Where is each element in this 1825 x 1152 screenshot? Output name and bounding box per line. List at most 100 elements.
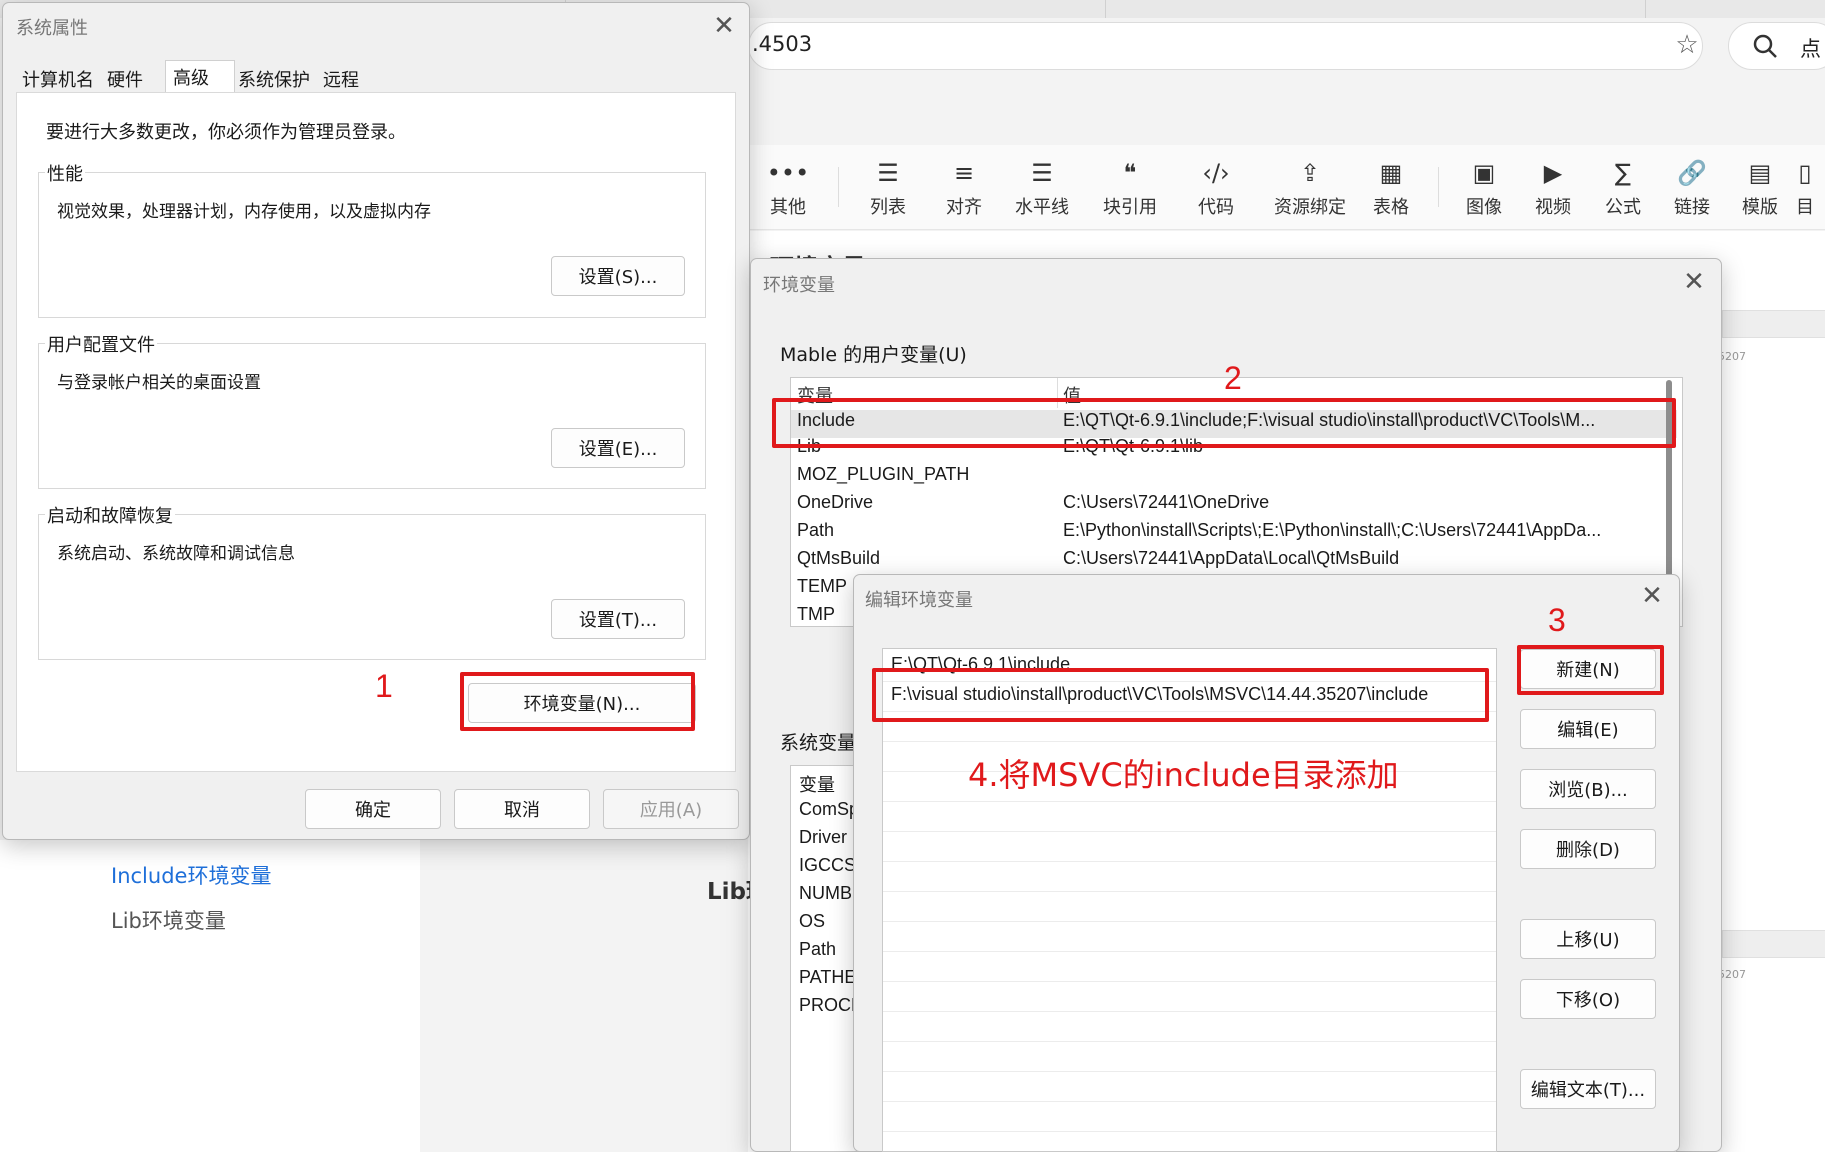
table-row[interactable]: Path E:\Python\install\Scripts\;E:\Python… [797, 520, 1667, 548]
toolbar-toc-button[interactable]: ▯ 目 [1785, 157, 1825, 219]
list-item-empty [883, 801, 1496, 832]
list-item-empty [883, 921, 1496, 952]
list-item-empty [883, 861, 1496, 892]
ok-button[interactable]: 确定 [305, 789, 441, 829]
annotation-number-2: 2 [1224, 360, 1242, 396]
annotation-box-3 [1517, 645, 1664, 695]
search-icon[interactable] [1752, 33, 1778, 59]
toolbar-resource-button[interactable]: ⇪ 资源绑定 [1265, 157, 1355, 219]
video-icon: ▶ [1543, 159, 1563, 187]
user-profile-settings-button[interactable]: 设置(E)... [551, 428, 685, 468]
group-title: 用户配置文件 [45, 331, 157, 357]
horizontal-rule-icon: ☰ [1031, 159, 1053, 187]
tab-advanced[interactable]: 高级 [173, 64, 209, 94]
path-entries-list[interactable]: E:\QT\Qt-6.9.1\include F:\visual studio\… [882, 648, 1497, 1152]
group-description: 视觉效果，处理器计划，内存使用，以及虚拟内存 [57, 202, 431, 222]
annotation-box-4 [872, 668, 1489, 722]
outline-item-lib[interactable]: Lib环境变量 [111, 905, 226, 935]
table-header: 变量 [799, 775, 835, 795]
toolbar-formula-button[interactable]: ∑ 公式 [1583, 157, 1663, 219]
dialog-title: 编辑环境变量 [865, 590, 973, 611]
list-item-empty [883, 1101, 1496, 1132]
browse-button[interactable]: 浏览(B)... [1520, 769, 1656, 809]
apply-button[interactable]: 应用(A) [603, 789, 739, 829]
startup-recovery-settings-button[interactable]: 设置(T)... [551, 599, 685, 639]
delete-button[interactable]: 删除(D) [1520, 829, 1656, 869]
bookmark-star-icon[interactable]: ☆ [1672, 30, 1702, 60]
toolbar-video-button[interactable]: ▶ 视频 [1513, 157, 1593, 219]
toolbar-divider [1438, 167, 1439, 207]
system-variables-table[interactable]: 变量 ComSp Driver IGCCS NUMB OS Path PATHE… [790, 765, 860, 1152]
move-up-button[interactable]: 上移(U) [1520, 919, 1656, 959]
annotation-number-3: 3 [1548, 602, 1566, 638]
editor-toolbar: ••• 其他 ☰ 列表 ≡ 对齐 ☰ 水平线 ❝ 块引用 ‹/› 代码 ⇪ 资源绑定 ▦ 表格 … [748, 145, 1825, 230]
sigma-icon: ∑ [1614, 159, 1632, 187]
toolbar-more-button[interactable]: ••• 其他 [748, 157, 828, 219]
browser-tab[interactable] [1375, 0, 1646, 18]
annotation-box-2 [772, 398, 1676, 448]
admin-note: 要进行大多数更改，你必须作为管理员登录。 [46, 122, 406, 143]
content-card [1722, 310, 1825, 338]
table-row[interactable]: Path [799, 939, 836, 960]
card-number: 5207 [1718, 968, 1746, 981]
close-icon[interactable]: ✕ [1638, 582, 1666, 610]
table-row[interactable]: PATHE [799, 967, 856, 988]
list-item-empty [883, 981, 1496, 1012]
table-row[interactable]: OneDrive C:\Users\72441\OneDrive [797, 492, 1667, 520]
group-description: 与登录帐户相关的桌面设置 [57, 373, 261, 393]
more-icon: ••• [766, 159, 810, 187]
address-text: .4503 [752, 32, 813, 56]
table-icon: ▦ [1379, 159, 1403, 187]
table-row[interactable]: ComSp [799, 799, 859, 820]
search-text: 点 [1800, 37, 1821, 61]
annotation-box-1 [460, 672, 695, 731]
table-row[interactable]: IGCCS [799, 855, 856, 876]
table-row[interactable]: PROCE [799, 995, 859, 1016]
list-item-empty [883, 1041, 1496, 1072]
table-row[interactable]: NUMB [799, 883, 852, 904]
browser-tab[interactable] [835, 0, 1106, 18]
toc-icon: ▯ [1798, 159, 1812, 187]
toolbar-hr-button[interactable]: ☰ 水平线 [1002, 157, 1082, 219]
edit-text-button[interactable]: 编辑文本(T)... [1520, 1069, 1656, 1109]
move-down-button[interactable]: 下移(O) [1520, 979, 1656, 1019]
table-row[interactable]: OS [799, 911, 825, 932]
image-icon: ▣ [1472, 159, 1496, 187]
table-row[interactable]: QtMsBuild C:\Users\72441\AppData\Local\Qt… [797, 548, 1667, 576]
upload-icon: ⇪ [1299, 159, 1321, 187]
list-item-empty [883, 951, 1496, 982]
align-icon: ≡ [953, 159, 975, 187]
list-item-empty [883, 1011, 1496, 1042]
toolbar-list-button[interactable]: ☰ 列表 [848, 157, 928, 219]
toolbar-table-button[interactable]: ▦ 表格 [1351, 157, 1431, 219]
table-row[interactable]: Driver [799, 827, 847, 848]
performance-group [38, 172, 706, 318]
list-item-empty [883, 891, 1496, 922]
close-icon[interactable]: ✕ [1680, 268, 1708, 296]
list-icon: ☰ [877, 159, 899, 187]
annotation-number-1: 1 [375, 668, 393, 704]
quote-icon: ❝ [1123, 159, 1137, 187]
content-card [1722, 930, 1825, 958]
list-item-empty [883, 1071, 1496, 1102]
outline-item-include[interactable]: Include环境变量 [111, 860, 271, 890]
toolbar-quote-button[interactable]: ❝ 块引用 [1090, 157, 1170, 219]
dialog-title: 系统属性 [16, 18, 88, 39]
user-variables-label: Mable 的用户变量(U) [780, 344, 967, 366]
annotation-note-4: 4.将MSVC的include目录添加 [968, 756, 1399, 794]
system-variables-label: 系统变量 [780, 732, 857, 754]
toolbar-divider [838, 167, 839, 207]
edit-button[interactable]: 编辑(E) [1520, 709, 1656, 749]
group-description: 系统启动、系统故障和调试信息 [57, 544, 295, 564]
cancel-button[interactable]: 取消 [454, 789, 590, 829]
performance-settings-button[interactable]: 设置(S)... [551, 256, 685, 296]
toolbar-code-button[interactable]: ‹/› 代码 [1176, 157, 1256, 219]
dialog-title: 环境变量 [763, 275, 835, 296]
toolbar-align-button[interactable]: ≡ 对齐 [924, 157, 1004, 219]
list-item-empty [883, 831, 1496, 862]
address-bar[interactable] [748, 22, 1703, 70]
group-title: 启动和故障恢复 [45, 502, 175, 528]
toolbar-image-button[interactable]: ▣ 图像 [1444, 157, 1524, 219]
close-icon[interactable]: ✕ [710, 12, 738, 40]
table-row[interactable]: MOZ_PLUGIN_PATH [797, 464, 1667, 492]
